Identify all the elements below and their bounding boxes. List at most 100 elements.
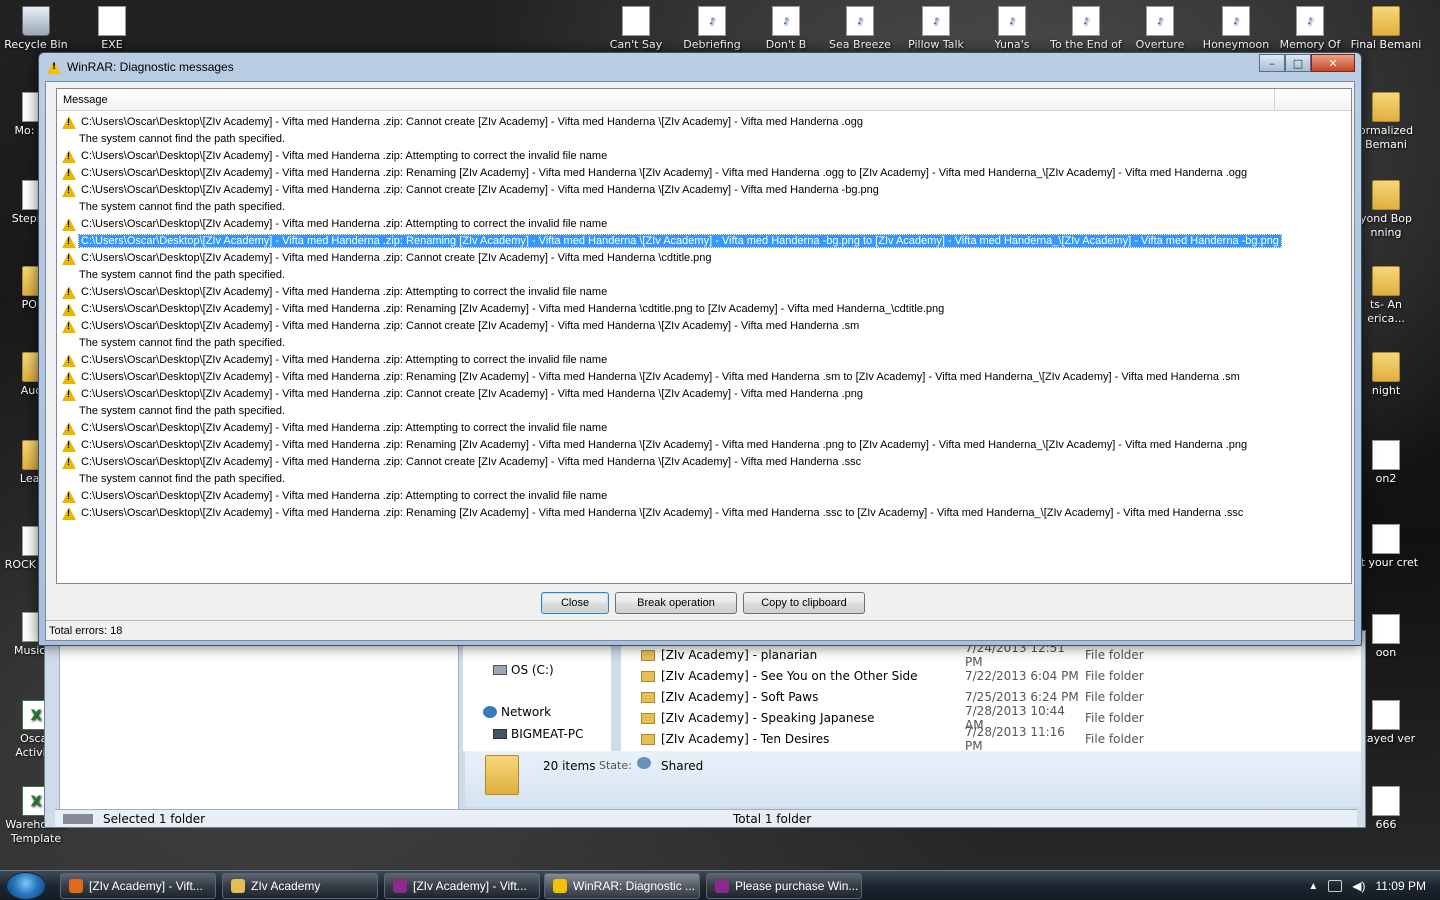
desktop-icon[interactable]: Can't Say xyxy=(600,6,672,52)
volume-icon[interactable]: ◀) xyxy=(1352,879,1365,893)
desktop-icon[interactable]: EXE xyxy=(76,6,148,52)
folder-icon xyxy=(641,712,655,724)
desktop-icon[interactable]: ♪ To the End of xyxy=(1050,6,1122,52)
folder-icon xyxy=(641,670,655,682)
desktop-icon-label: Debriefing xyxy=(683,38,741,51)
message-row[interactable]: The system cannot find the path specifie… xyxy=(61,470,1281,487)
file-list[interactable]: [ZIv Academy] - planarian 7/24/2013 12:51… xyxy=(621,641,1361,753)
close-window-button[interactable]: ✕ xyxy=(1311,54,1355,72)
network-tray-icon[interactable] xyxy=(1328,880,1343,892)
desktop-icon[interactable]: Final Bemani xyxy=(1350,6,1422,52)
navigation-tree[interactable]: OS (C:) Network BIGMEAT-PC xyxy=(463,641,611,751)
computer-icon xyxy=(493,729,507,739)
folder-icon xyxy=(641,733,655,745)
message-row[interactable]: C:\Users\Oscar\Desktop\[ZIv Academy] - V… xyxy=(61,215,1281,232)
file-row[interactable]: [ZIv Academy] - Ten Desires 7/28/2013 11:… xyxy=(641,725,1341,753)
taskbar-item[interactable]: ZIv Academy xyxy=(222,873,378,899)
message-row[interactable]: C:\Users\Oscar\Desktop\[ZIv Academy] - V… xyxy=(61,436,1281,453)
message-row[interactable]: C:\Users\Oscar\Desktop\[ZIv Academy] - V… xyxy=(61,351,1281,368)
message-row[interactable]: The system cannot find the path specifie… xyxy=(61,266,1281,283)
file-type: File folder xyxy=(1085,732,1144,746)
warning-icon xyxy=(61,234,77,248)
file-icon xyxy=(1372,614,1400,644)
message-row[interactable]: C:\Users\Oscar\Desktop\[ZIv Academy] - V… xyxy=(61,164,1281,181)
message-row[interactable]: C:\Users\Oscar\Desktop\[ZIv Academy] - V… xyxy=(61,317,1281,334)
nav-item-bigmeat-pc[interactable]: BIGMEAT-PC xyxy=(493,727,583,741)
taskbar-item[interactable]: [ZIv Academy] - Vift... xyxy=(60,873,216,899)
audio-file-icon: ♪ xyxy=(922,6,950,36)
desktop-icon[interactable]: ♪ Sea Breeze xyxy=(824,6,896,52)
desktop-icon-label: Recycle Bin xyxy=(4,38,68,51)
message-row[interactable]: C:\Users\Oscar\Desktop\[ZIv Academy] - V… xyxy=(61,147,1281,164)
file-row[interactable]: [ZIv Academy] - See You on the Other Sid… xyxy=(641,666,1341,686)
minimize-button[interactable]: – xyxy=(1259,54,1285,72)
message-row[interactable]: C:\Users\Oscar\Desktop\[ZIv Academy] - V… xyxy=(61,283,1281,300)
message-row[interactable]: The system cannot find the path specifie… xyxy=(61,402,1281,419)
desktop-icon-label: Final Bemani xyxy=(1350,38,1422,51)
desktop-icon[interactable]: ♪ Yuna's xyxy=(976,6,1048,52)
tray-arrow-icon[interactable]: ▲ xyxy=(1308,881,1318,892)
desktop-icon-label: ormalized Bemani xyxy=(1358,124,1414,151)
taskbar-item[interactable]: Please purchase Win... xyxy=(706,873,862,899)
message-row[interactable]: C:\Users\Oscar\Desktop\[ZIv Academy] - V… xyxy=(61,181,1281,198)
navigation-pane[interactable] xyxy=(59,641,459,813)
desktop-icon[interactable]: ♪ Don't B xyxy=(750,6,822,52)
file-icon xyxy=(1372,524,1400,554)
warning-icon xyxy=(61,370,77,384)
message-row[interactable]: C:\Users\Oscar\Desktop\[ZIv Academy] - V… xyxy=(61,453,1281,470)
close-button[interactable]: Close xyxy=(541,592,609,614)
column-header-message[interactable]: Message xyxy=(57,89,1275,111)
clock[interactable]: 11:09 PM xyxy=(1376,879,1426,893)
message-text: C:\Users\Oscar\Desktop\[ZIv Academy] - V… xyxy=(81,302,945,315)
message-row[interactable]: C:\Users\Oscar\Desktop\[ZIv Academy] - V… xyxy=(61,385,1281,402)
desktop-icon[interactable]: ♪ Pillow Talk xyxy=(900,6,972,52)
list-header: Message xyxy=(57,89,1351,111)
app-icon xyxy=(69,879,83,893)
message-row[interactable]: The system cannot find the path specifie… xyxy=(61,198,1281,215)
start-button[interactable] xyxy=(6,872,46,900)
desktop-icon[interactable]: ♪ Overture xyxy=(1124,6,1196,52)
message-row[interactable]: C:\Users\Oscar\Desktop\[ZIv Academy] - V… xyxy=(61,113,1281,130)
message-row[interactable]: The system cannot find the path specifie… xyxy=(61,334,1281,351)
nav-item-network[interactable]: Network xyxy=(483,705,551,719)
message-row[interactable]: C:\Users\Oscar\Desktop\[ZIv Academy] - V… xyxy=(61,300,1281,317)
message-row[interactable]: C:\Users\Oscar\Desktop\[ZIv Academy] - V… xyxy=(61,504,1281,521)
message-row[interactable]: C:\Users\Oscar\Desktop\[ZIv Academy] - V… xyxy=(61,487,1281,504)
file-row[interactable]: [ZIv Academy] - planarian 7/24/2013 12:51… xyxy=(641,641,1341,669)
maximize-button[interactable]: □ xyxy=(1285,54,1311,72)
desktop-icon-label: Overture xyxy=(1135,38,1185,51)
file-name: [ZIv Academy] - Soft Paws xyxy=(661,690,819,704)
audio-file-icon: ♪ xyxy=(1146,6,1174,36)
folder-icon xyxy=(1372,6,1400,36)
nav-item-label: OS (C:) xyxy=(511,663,554,677)
copy-to-clipboard-button[interactable]: Copy to clipboard xyxy=(743,592,865,614)
taskbar-item[interactable]: WinRAR: Diagnostic ... xyxy=(544,873,700,899)
explorer-statusbar: Selected 1 folder Total 1 folder xyxy=(55,809,1357,827)
dialog-titlebar[interactable]: WinRAR: Diagnostic messages – □ ✕ xyxy=(39,53,1361,81)
taskbar-item-label: WinRAR: Diagnostic ... xyxy=(573,879,696,893)
desktop-icon[interactable]: Recycle Bin xyxy=(0,6,72,52)
message-text: C:\Users\Oscar\Desktop\[ZIv Academy] - V… xyxy=(81,251,712,264)
folder-icon xyxy=(1372,352,1400,382)
taskbar-item-label: [ZIv Academy] - Vift... xyxy=(413,879,527,893)
shared-icon xyxy=(637,757,651,769)
desktop-icon[interactable]: ♪ Honeymoon xyxy=(1200,6,1272,52)
message-row[interactable]: C:\Users\Oscar\Desktop\[ZIv Academy] - V… xyxy=(61,368,1281,385)
message-list[interactable]: Message C:\Users\Oscar\Desktop\[ZIv Acad… xyxy=(56,88,1352,584)
message-row[interactable]: The system cannot find the path specifie… xyxy=(61,130,1281,147)
desktop-icon-label: Can't Say xyxy=(609,38,663,51)
message-row[interactable]: C:\Users\Oscar\Desktop\[ZIv Academy] - V… xyxy=(61,232,1282,249)
break-operation-button[interactable]: Break operation xyxy=(615,592,737,614)
desktop-icon[interactable]: ♪ Debriefing xyxy=(676,6,748,52)
nav-item-os-c[interactable]: OS (C:) xyxy=(493,663,554,677)
taskbar-item[interactable]: [ZIv Academy] - Vift... xyxy=(384,873,540,899)
warning-icon xyxy=(61,285,77,299)
folder-icon xyxy=(1372,266,1400,296)
message-row[interactable]: C:\Users\Oscar\Desktop\[ZIv Academy] - V… xyxy=(61,249,1281,266)
message-text: C:\Users\Oscar\Desktop\[ZIv Academy] - V… xyxy=(81,455,862,468)
message-row[interactable]: C:\Users\Oscar\Desktop\[ZIv Academy] - V… xyxy=(61,419,1281,436)
warning-icon xyxy=(61,319,77,333)
warning-icon xyxy=(61,438,77,452)
desktop-icon[interactable]: ♪ Memory Of xyxy=(1274,6,1346,52)
